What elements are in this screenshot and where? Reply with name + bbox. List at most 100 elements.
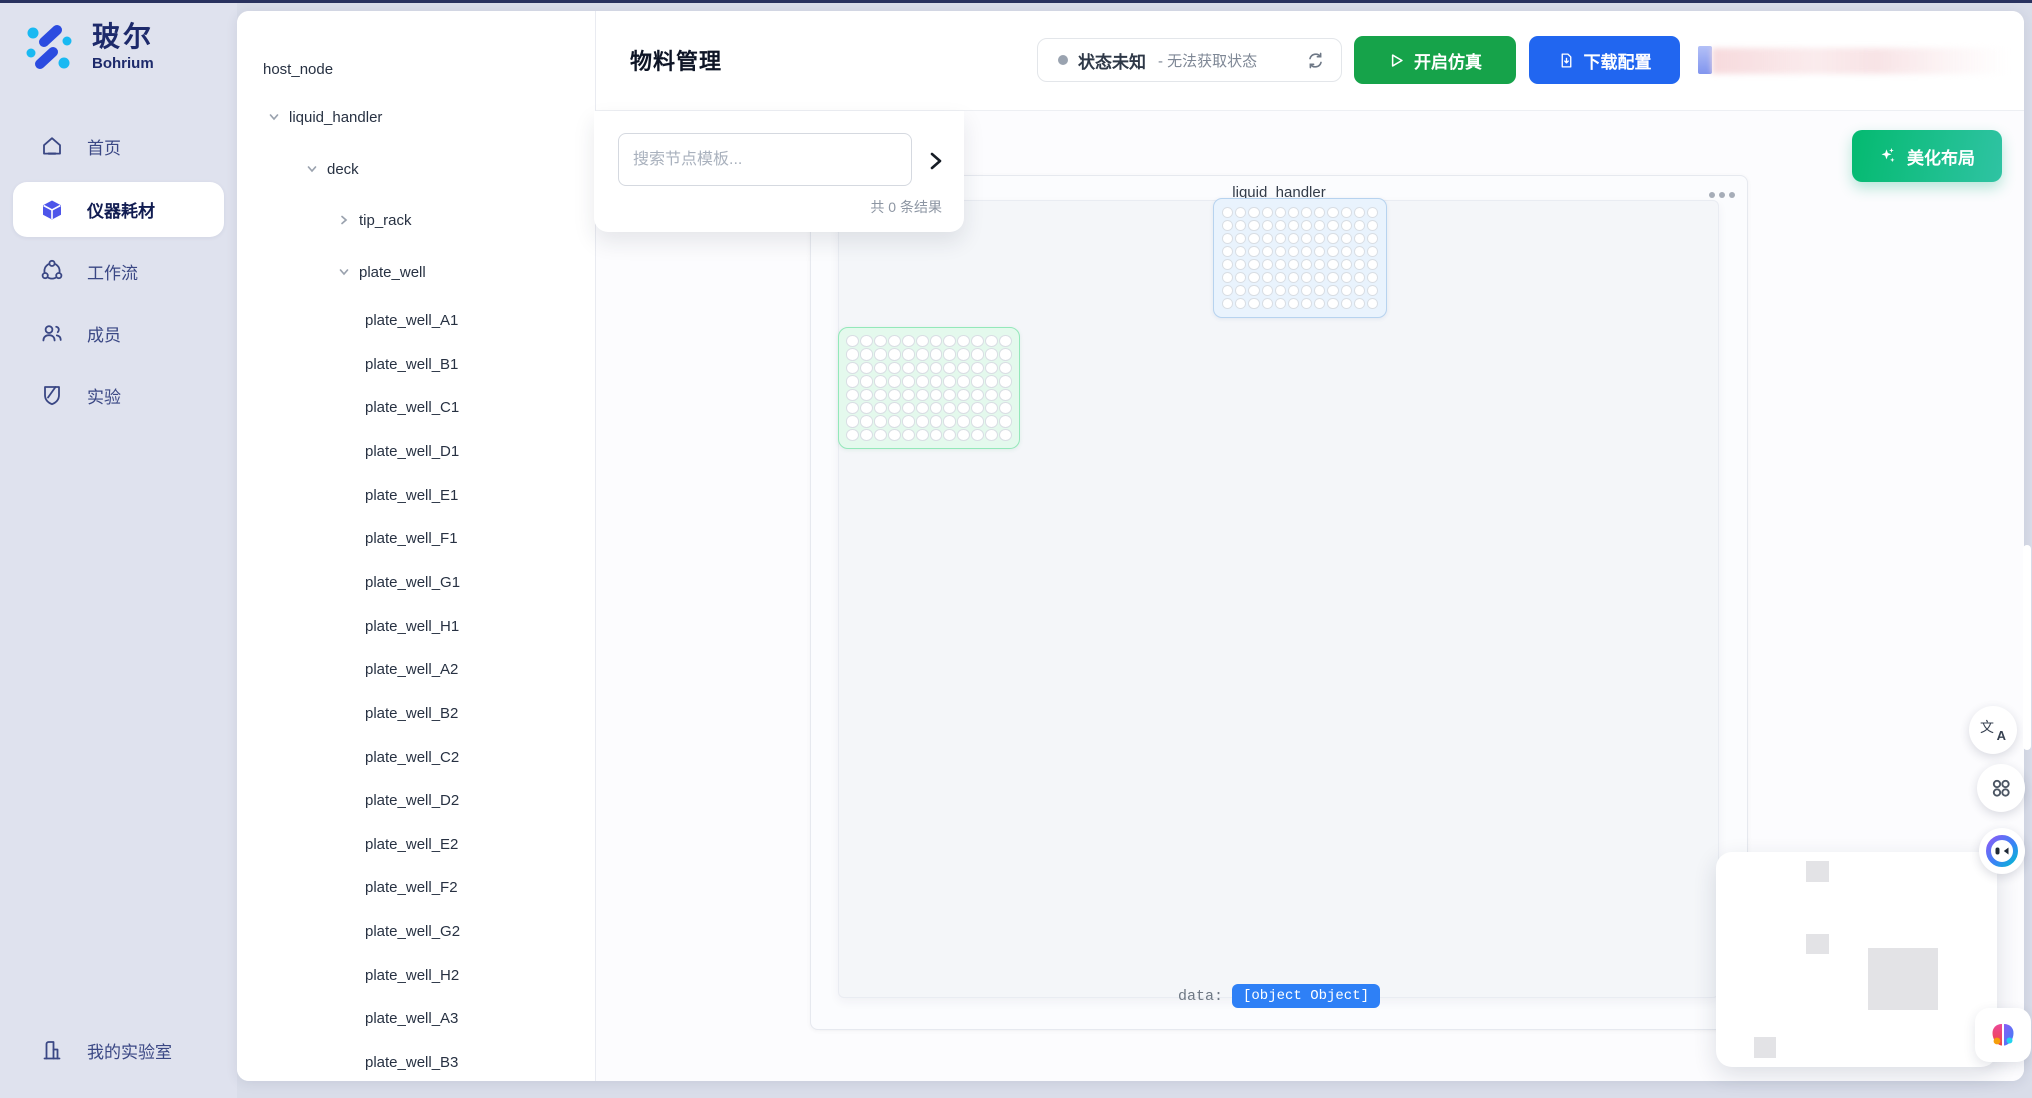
tree-item-plate_well_G2[interactable]: plate_well_G2 xyxy=(365,916,460,946)
well xyxy=(957,335,970,347)
tree-item-plate_well_A1[interactable]: plate_well_A1 xyxy=(365,305,458,335)
tree-item-plate_well_F1[interactable]: plate_well_F1 xyxy=(365,523,458,553)
download-config-button[interactable]: 下载配置 xyxy=(1529,36,1680,84)
liquid-handler-node[interactable]: liquid_handler data: [object Object] xyxy=(810,175,1748,1030)
well xyxy=(1248,298,1259,309)
status-detail: - 无法获取状态 xyxy=(1158,50,1257,71)
chevron-down-icon[interactable] xyxy=(305,162,319,176)
sidebar-item-workflow[interactable]: 工作流 xyxy=(13,249,224,293)
node-menu-dots[interactable] xyxy=(1709,192,1735,198)
well xyxy=(1275,246,1286,257)
search-submit-button[interactable] xyxy=(926,151,946,171)
tree-item-plate_well_C1[interactable]: plate_well_C1 xyxy=(365,392,459,422)
chevron-right-icon xyxy=(926,151,946,171)
well xyxy=(1288,220,1299,231)
search-result-count: 共 0 条结果 xyxy=(870,197,942,217)
well xyxy=(1301,298,1312,309)
well xyxy=(1367,285,1378,296)
minimap-node xyxy=(1754,1037,1776,1058)
translate-button[interactable]: 文A xyxy=(1969,706,2017,754)
tree-item-plate_well_E1[interactable]: plate_well_E1 xyxy=(365,480,458,510)
well xyxy=(874,389,887,401)
tree-item-plate_well_F2[interactable]: plate_well_F2 xyxy=(365,872,458,902)
tree-item-tip-rack[interactable]: tip_rack xyxy=(337,205,412,235)
tree-item-plate_well_B2[interactable]: plate_well_B2 xyxy=(365,698,458,728)
well xyxy=(1235,272,1246,283)
tree-item-plate_well_G1[interactable]: plate_well_G1 xyxy=(365,567,460,597)
chevron-down-icon[interactable] xyxy=(337,265,351,279)
well xyxy=(1262,285,1273,296)
well xyxy=(846,375,859,387)
tree-item-plate_well_D1[interactable]: plate_well_D1 xyxy=(365,436,459,466)
sidebar-item-members[interactable]: 成员 xyxy=(13,311,224,355)
well-plate-plate-well[interactable] xyxy=(838,327,1020,449)
tree-item-deck[interactable]: deck xyxy=(305,154,359,184)
well xyxy=(1248,285,1259,296)
well xyxy=(874,362,887,374)
assistant-robot-button[interactable] xyxy=(1979,828,2025,874)
tree-item-plate_well_A2[interactable]: plate_well_A2 xyxy=(365,654,458,684)
tree-item-plate-well[interactable]: plate_well xyxy=(337,257,426,287)
refresh-icon[interactable] xyxy=(1306,51,1325,70)
well xyxy=(1341,259,1352,270)
chevron-right-icon[interactable] xyxy=(337,213,351,227)
well xyxy=(999,389,1012,401)
sidebar-item-instruments[interactable]: 仪器耗材 xyxy=(13,182,224,237)
well xyxy=(860,348,873,360)
tree-item-plate_well_D2[interactable]: plate_well_D2 xyxy=(365,785,459,815)
tree-item-plate_well_E2[interactable]: plate_well_E2 xyxy=(365,829,458,859)
well xyxy=(1367,220,1378,231)
well xyxy=(1301,207,1312,218)
well xyxy=(874,429,887,441)
well xyxy=(1222,259,1233,270)
well xyxy=(971,362,984,374)
well xyxy=(1314,220,1325,231)
chevron-down-icon[interactable] xyxy=(267,110,281,124)
well xyxy=(846,362,859,374)
tree-item-plate_well_B3[interactable]: plate_well_B3 xyxy=(365,1047,458,1077)
page-scrollbar-thumb[interactable] xyxy=(2023,545,2031,750)
tree-item-plate_well_H1[interactable]: plate_well_H1 xyxy=(365,611,459,641)
sidebar-item-my-lab[interactable]: 我的实验室 xyxy=(13,1028,224,1072)
well xyxy=(1275,272,1286,283)
well xyxy=(860,402,873,414)
tree-item-host-node[interactable]: host_node xyxy=(263,54,333,84)
well xyxy=(985,402,998,414)
well xyxy=(999,348,1012,360)
well xyxy=(930,429,943,441)
well xyxy=(874,402,887,414)
tree-item-plate_well_B1[interactable]: plate_well_B1 xyxy=(365,349,458,379)
well xyxy=(1327,285,1338,296)
search-input[interactable] xyxy=(618,133,912,186)
well xyxy=(1222,298,1233,309)
minimap[interactable] xyxy=(1716,852,1997,1067)
well xyxy=(846,429,859,441)
well xyxy=(902,362,915,374)
tree-item-liquid-handler[interactable]: liquid_handler xyxy=(267,102,382,132)
tree-item-plate_well_A3[interactable]: plate_well_A3 xyxy=(365,1003,458,1033)
well xyxy=(916,429,929,441)
well xyxy=(1354,298,1365,309)
sidebar-item-experiments[interactable]: 实验 xyxy=(13,373,224,417)
well xyxy=(1262,298,1273,309)
well xyxy=(888,415,901,427)
well-plate-tip-rack[interactable] xyxy=(1213,198,1387,318)
well xyxy=(1248,233,1259,244)
well xyxy=(888,389,901,401)
well xyxy=(999,402,1012,414)
well xyxy=(999,415,1012,427)
experiment-icon xyxy=(40,383,64,407)
tree-item-plate_well_C2[interactable]: plate_well_C2 xyxy=(365,742,459,772)
well xyxy=(1222,220,1233,231)
well xyxy=(860,375,873,387)
well xyxy=(902,389,915,401)
well xyxy=(902,348,915,360)
content-header: 物料管理 状态未知 - 无法获取状态 开启仿真 xyxy=(596,11,2024,111)
sidebar-item-home[interactable]: 首页 xyxy=(13,124,224,168)
tree-item-plate_well_H2[interactable]: plate_well_H2 xyxy=(365,960,459,990)
start-simulation-button[interactable]: 开启仿真 xyxy=(1354,36,1516,84)
beautify-layout-button[interactable]: 美化布局 xyxy=(1852,130,2002,182)
apps-grid-button[interactable] xyxy=(1977,764,2025,812)
well xyxy=(1367,259,1378,270)
ai-brain-button[interactable] xyxy=(1975,1008,2031,1062)
